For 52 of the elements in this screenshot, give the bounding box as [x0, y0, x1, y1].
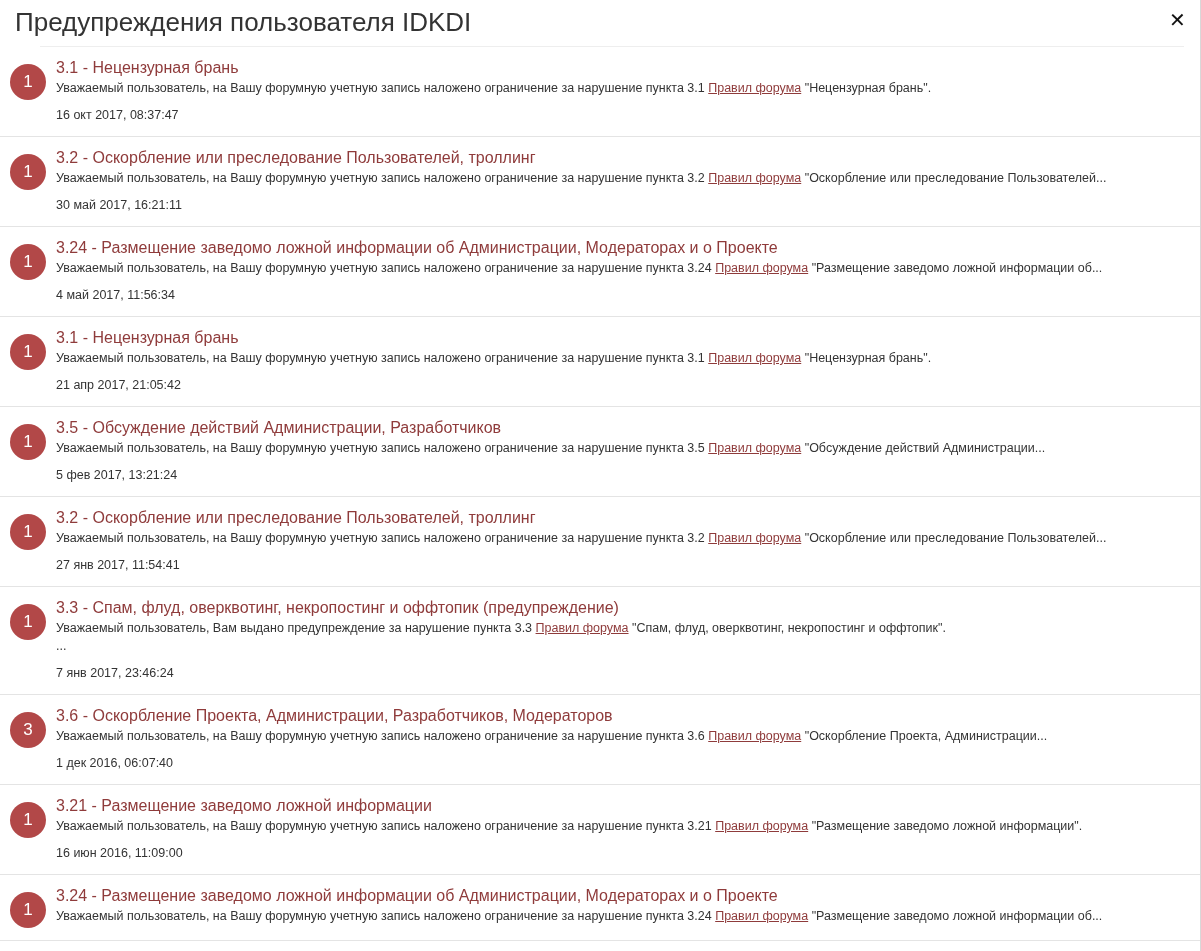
- warning-title: 3.6 - Оскорбление Проекта, Администрации, Разработчиков, Модераторов: [56, 706, 614, 726]
- warning-message: Уважаемый пользователь, на Вашу форумную учетную запись наложено ограничение за нарушение пункта 3.24 Правил форума "Размещение заведомо ложной информации об...: [56, 260, 1103, 277]
- warning-date: 4 май 2017, 11:56:34: [56, 287, 176, 304]
- forum-rules-link[interactable]: Правил форума: [708, 441, 802, 455]
- warning-date: 16 окт 2017, 08:37:47: [56, 107, 180, 124]
- warning-message: Уважаемый пользователь, на Вашу форумную учетную запись наложено ограничение за нарушение пункта 3.5 Правил форума "Обсуждение действий Администрации...: [56, 440, 1046, 457]
- warning-count-badge: 1: [10, 334, 46, 370]
- warning-message: Уважаемый пользователь, на Вашу форумную учетную запись наложено ограничение за нарушение пункта 3.2 Правил форума "Оскорбление или преследование Пользователей...: [56, 170, 1107, 187]
- forum-rules-link[interactable]: Правил форума: [708, 351, 802, 365]
- warning-date: 5 фев 2017, 13:21:24: [56, 467, 179, 484]
- dialog-title: Предупреждения пользователя IDKDI: [15, 6, 472, 39]
- warning-title: 3.24 - Размещение заведомо ложной информации об Администрации, Модераторах и о Проекте: [56, 886, 779, 906]
- warning-count-badge: 1: [10, 892, 46, 928]
- warning-count-badge: 1: [10, 514, 46, 550]
- forum-rules-link[interactable]: Правил форума: [715, 261, 809, 275]
- warning-count-badge: 3: [10, 712, 46, 748]
- warning-count-badge: 1: [10, 424, 46, 460]
- warning-title: 3.1 - Нецензурная брань: [56, 328, 240, 348]
- warning-count-badge: 1: [10, 802, 46, 838]
- warning-message: Уважаемый пользователь, на Вашу форумную учетную запись наложено ограничение за нарушение пункта 3.6 Правил форума "Оскорбление Проекта, Администрации...: [56, 728, 1048, 745]
- warning-message: Уважаемый пользователь, на Вашу форумную учетную запись наложено ограничение за нарушение пункта 3.1 Правил форума "Нецензурная брань".: [56, 350, 932, 367]
- warning-title: 3.21 - Размещение заведомо ложной информации: [56, 796, 433, 816]
- warning-count-badge: 1: [10, 64, 46, 100]
- warning-title: 3.2 - Оскорбление или преследование Пользователей, троллинг: [56, 508, 537, 528]
- warning-message: Уважаемый пользователь, Вам выдано предупреждение за нарушение пункта 3.3 Правил форума "Спам, флуд, оверквотинг, некропостинг и оффтопик".: [56, 620, 946, 637]
- warning-message: Уважаемый пользователь, на Вашу форумную учетную запись наложено ограничение за нарушение пункта 3.24 Правил форума "Размещение заведомо ложной информации об...: [56, 908, 1103, 925]
- warning-title: 3.3 - Спам, флуд, оверквотинг, некропостинг и оффтопик (предупреждение): [56, 598, 620, 618]
- forum-rules-link[interactable]: Правил форума: [708, 729, 802, 743]
- warning-title: 3.24 - Размещение заведомо ложной информации об Администрации, Модераторах и о Проекте: [56, 238, 779, 258]
- warning-date: 16 июн 2016, 11:09:00: [56, 845, 184, 862]
- warning-date: 30 май 2017, 16:21:11: [56, 197, 183, 214]
- close-button[interactable]: ✕: [1169, 8, 1186, 32]
- warning-date: 27 янв 2017, 11:54:41: [56, 557, 181, 574]
- forum-rules-link[interactable]: Правил форума: [535, 621, 629, 635]
- warning-date: 7 янв 2017, 23:46:24: [56, 665, 175, 682]
- forum-rules-link[interactable]: Правил форума: [708, 531, 802, 545]
- warning-title: 3.1 - Нецензурная брань: [56, 58, 240, 78]
- forum-rules-link[interactable]: Правил форума: [715, 819, 809, 833]
- warning-title: 3.2 - Оскорбление или преследование Пользователей, троллинг: [56, 148, 537, 168]
- forum-rules-link[interactable]: Правил форума: [708, 81, 802, 95]
- warning-message: Уважаемый пользователь, на Вашу форумную учетную запись наложено ограничение за нарушение пункта 3.2 Правил форума "Оскорбление или преследование Пользователей...: [56, 530, 1107, 547]
- forum-rules-link[interactable]: Правил форума: [715, 909, 809, 923]
- warning-message: Уважаемый пользователь, на Вашу форумную учетную запись наложено ограничение за нарушение пункта 3.21 Правил форума "Размещение заведомо ложной информации".: [56, 818, 1083, 835]
- warning-date: 1 дек 2016, 06:07:40: [56, 755, 175, 772]
- forum-rules-link[interactable]: Правил форума: [708, 171, 802, 185]
- warning-count-badge: 1: [10, 604, 46, 640]
- warning-count-badge: 1: [10, 244, 46, 280]
- warning-date: 21 апр 2017, 21:05:42: [56, 377, 182, 394]
- warning-message: Уважаемый пользователь, на Вашу форумную учетную запись наложено ограничение за нарушение пункта 3.1 Правил форума "Нецензурная брань".: [56, 80, 932, 97]
- warning-title: 3.5 - Обсуждение действий Администрации, Разработчиков: [56, 418, 503, 438]
- ellipsis-text: ...: [56, 638, 68, 655]
- warning-count-badge: 1: [10, 154, 46, 190]
